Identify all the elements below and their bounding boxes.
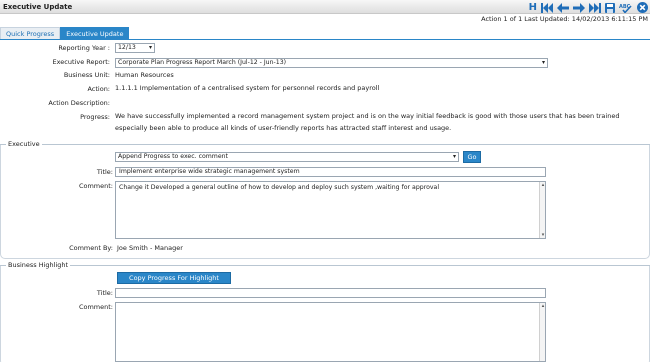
chevron-down-icon: ▾ <box>148 44 152 51</box>
highlight-title-input[interactable] <box>115 288 546 298</box>
action-value: 1.1.1.1 Implementation of a centralised … <box>115 84 380 92</box>
comment-by-label: Comment By: <box>69 244 113 252</box>
scroll-down-icon[interactable]: ▾ <box>540 232 546 238</box>
record-status: Action 1 of 1 Last Updated: 14/02/2013 6… <box>481 15 648 23</box>
action-description-label: Action Description: <box>48 99 110 107</box>
scroll-up-icon[interactable]: ▴ <box>540 182 546 188</box>
executive-comment-textarea[interactable]: Change it Developed a general outline of… <box>115 181 546 239</box>
comment-scrollbar[interactable]: ▴ ▾ <box>539 182 545 238</box>
previous-record-icon[interactable] <box>557 2 569 13</box>
reporting-year-label: Reporting Year : <box>58 44 110 52</box>
next-record-icon[interactable] <box>573 2 585 13</box>
save-icon[interactable] <box>605 2 615 13</box>
go-button[interactable]: Go <box>463 151 481 163</box>
append-progress-value: Append Progress to exec. comment <box>118 153 228 160</box>
executive-report-select[interactable]: Corporate Plan Progress Report March (Ju… <box>115 58 548 68</box>
executive-comment-label: Comment: <box>78 182 113 190</box>
executive-report-value: Corporate Plan Progress Report March (Ju… <box>118 59 287 66</box>
highlight-comment-label: Comment: <box>78 303 113 311</box>
highlight-comment-textarea[interactable]: ▴ <box>115 302 546 362</box>
tab-bar: Quick Progress Executive Update <box>0 27 130 39</box>
reporting-year-value: 12/13 <box>118 44 136 51</box>
comment-by-value: Joe Smith - Manager <box>117 244 183 252</box>
business-unit-label: Business Unit: <box>63 71 110 79</box>
spell-check-icon[interactable]: ABC <box>619 3 633 13</box>
toolbar: H ABC <box>529 1 648 14</box>
chevron-down-icon: ▾ <box>541 59 545 66</box>
action-label: Action: <box>87 85 110 93</box>
tab-quick-progress[interactable]: Quick Progress <box>0 27 61 39</box>
reporting-year-select[interactable]: 12/13 ▾ <box>115 43 155 53</box>
progress-label: Progress: <box>80 113 110 121</box>
progress-value: We have successfully implemented a recor… <box>115 112 620 132</box>
append-progress-select[interactable]: Append Progress to exec. comment ▾ <box>115 152 459 162</box>
scroll-up-icon[interactable]: ▴ <box>540 303 546 309</box>
business-unit-value: Human Resources <box>115 71 174 79</box>
executive-title-label: Title: <box>96 168 113 176</box>
chevron-down-icon: ▾ <box>452 153 456 160</box>
highlight-title-label: Title: <box>96 289 113 297</box>
last-record-icon[interactable] <box>589 2 601 13</box>
window-title: Executive Update <box>3 3 73 11</box>
executive-report-label: Executive Report: <box>52 58 110 66</box>
title-bar: Executive Update H ABC <box>0 0 650 14</box>
copy-progress-button[interactable]: Copy Progress For Highlight <box>117 272 231 284</box>
executive-comment-text: Change it Developed a general outline of… <box>119 184 440 191</box>
close-icon[interactable] <box>637 2 648 13</box>
help-button[interactable]: H <box>529 2 537 13</box>
highlight-scrollbar[interactable]: ▴ <box>539 303 545 361</box>
executive-title-input[interactable]: Implement enterprise wide strategic mana… <box>115 167 546 177</box>
first-record-icon[interactable] <box>541 2 553 13</box>
tab-underline <box>0 39 650 40</box>
tab-executive-update[interactable]: Executive Update <box>60 27 130 39</box>
